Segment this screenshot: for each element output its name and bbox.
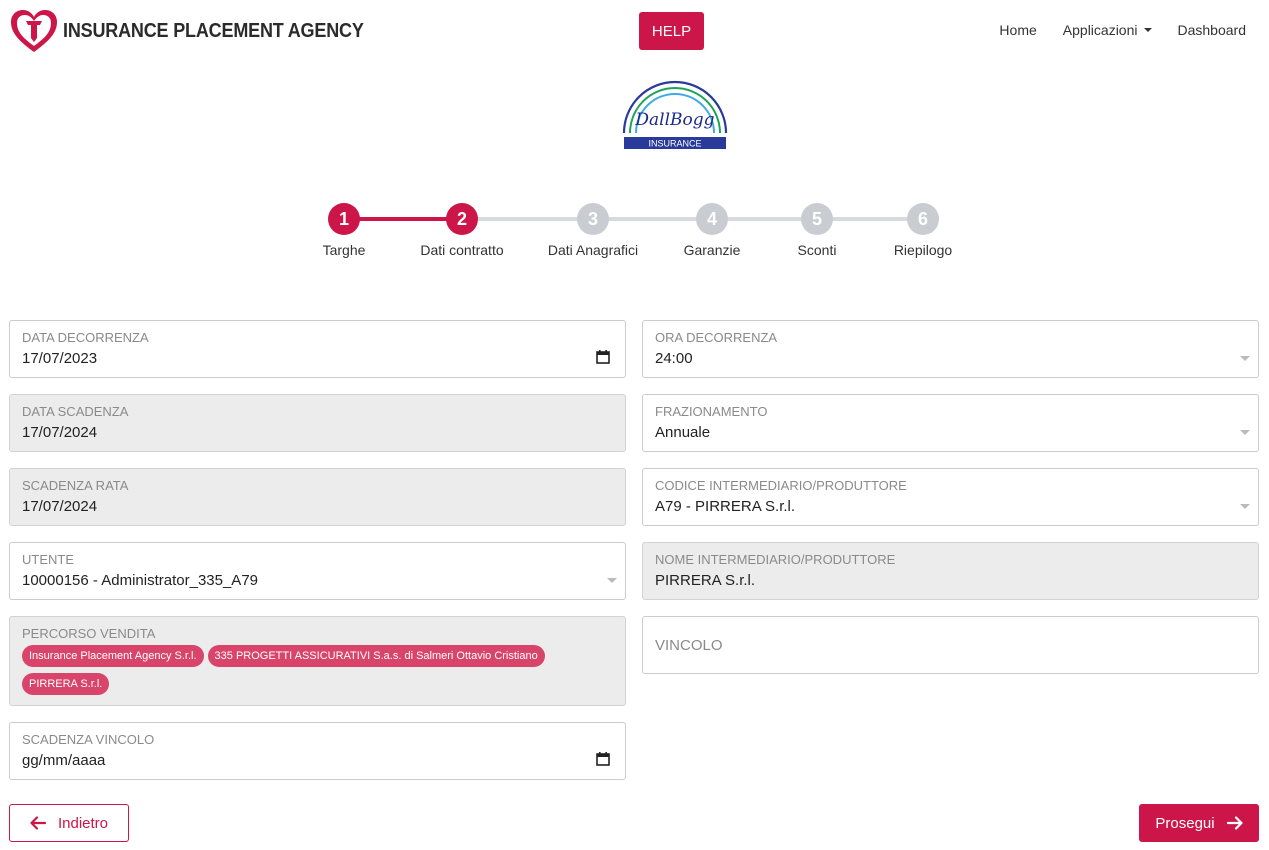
step-sconti[interactable]: 5 Sconti — [757, 203, 877, 258]
arrow-right-icon — [1226, 816, 1243, 830]
chevron-down-icon — [1240, 356, 1250, 361]
chip: 335 PROGETTI ASSICURATIVI S.a.s. di Salm… — [207, 645, 545, 667]
step-label: Dati Anagrafici — [547, 242, 639, 258]
step-number: 1 — [328, 203, 360, 235]
frazionamento-select[interactable]: FRAZIONAMENTO Annuale — [642, 394, 1259, 452]
company-logo[interactable]: INSURANCE PLACEMENT AGENCY — [9, 8, 397, 54]
field-label: SCADENZA VINCOLO — [22, 732, 155, 747]
step-targhe[interactable]: 1 Targhe — [284, 203, 404, 258]
nav-applicazioni-dropdown[interactable]: Applicazioni — [1063, 22, 1152, 38]
field-label: UTENTE — [22, 552, 74, 567]
back-button-label: Indietro — [57, 814, 109, 832]
logo-text: INSURANCE PLACEMENT AGENCY — [63, 19, 364, 42]
field-label: ORA DECORRENZA — [655, 330, 778, 345]
nav-home-link[interactable]: Home — [999, 22, 1036, 38]
chevron-down-icon — [1240, 430, 1250, 435]
back-button[interactable]: Indietro — [9, 804, 129, 842]
field-label: NOME INTERMEDIARIO/PRODUTTORE — [655, 552, 896, 567]
step-number: 2 — [446, 203, 478, 235]
partner-brand-logo: DallBogg INSURANCE — [620, 77, 730, 151]
step-label: Riepilogo — [893, 242, 953, 258]
step-label: Targhe — [322, 242, 366, 258]
codice-intermediario-select[interactable]: CODICE INTERMEDIARIO/PRODUTTORE A79 - PI… — [642, 468, 1259, 526]
progress-stepper: 1 Targhe 2 Dati contratto 3 Dati Anagraf… — [0, 203, 1269, 263]
arrow-left-icon — [30, 816, 46, 830]
field-value: A79 - PIRRERA S.r.l. — [655, 498, 796, 515]
percorso-vendita-field: PERCORSO VENDITA Insurance Placement Age… — [9, 616, 626, 706]
top-navigation: Home Applicazioni Dashboard — [973, 22, 1246, 38]
field-label: PERCORSO VENDITA — [22, 626, 156, 641]
step-number: 6 — [907, 203, 939, 235]
step-dati-anagrafici[interactable]: 3 Dati Anagrafici — [533, 203, 653, 258]
field-value: 24:00 — [655, 350, 693, 367]
nav-applicazioni-label: Applicazioni — [1062, 22, 1138, 38]
chip-list: Insurance Placement Agency S.r.l. 335 PR… — [22, 645, 613, 695]
heart-shield-logo-icon — [11, 10, 57, 52]
data-scadenza-field: DATA SCADENZA 17/07/2024 — [9, 394, 626, 452]
field-label: CODICE INTERMEDIARIO/PRODUTTORE — [655, 478, 907, 493]
help-button[interactable]: HELP — [639, 12, 704, 50]
step-label: Garanzie — [683, 242, 741, 258]
step-dati-contratto[interactable]: 2 Dati contratto — [402, 203, 522, 258]
field-label: FRAZIONAMENTO — [655, 404, 768, 419]
brand-label: INSURANCE — [648, 139, 701, 149]
step-garanzie[interactable]: 4 Garanzie — [652, 203, 772, 258]
vincolo-input[interactable]: VINCOLO — [642, 616, 1259, 674]
data-decorrenza-field[interactable]: DATA DECORRENZA 17/07/2023 — [9, 320, 626, 378]
field-value: Annuale — [655, 424, 711, 441]
scadenza-vincolo-field[interactable]: SCADENZA VINCOLO gg/mm/aaaa — [9, 722, 626, 780]
chevron-down-icon — [1240, 504, 1250, 509]
field-value: 17/07/2024 — [22, 424, 98, 441]
field-label: SCADENZA RATA — [22, 478, 129, 493]
caret-down-icon — [1143, 28, 1152, 32]
step-number: 4 — [696, 203, 728, 235]
vincolo-label: VINCOLO — [655, 637, 723, 654]
nav-dashboard-link[interactable]: Dashboard — [1178, 22, 1247, 38]
next-button[interactable]: Prosegui — [1139, 804, 1259, 842]
chevron-down-icon — [607, 578, 617, 583]
rainbow-arch-logo-icon: DallBogg INSURANCE — [622, 80, 728, 149]
field-value: 17/07/2024 — [22, 498, 98, 515]
field-value: PIRRERA S.r.l. — [655, 572, 756, 589]
step-riepilogo[interactable]: 6 Riepilogo — [863, 203, 983, 258]
calendar-icon[interactable] — [596, 752, 610, 766]
nome-intermediario-field: NOME INTERMEDIARIO/PRODUTTORE PIRRERA S.… — [642, 542, 1259, 600]
calendar-icon[interactable] — [596, 350, 610, 364]
field-value: 10000156 - Administrator_335_A79 — [22, 572, 259, 589]
utente-select[interactable]: UTENTE 10000156 - Administrator_335_A79 — [9, 542, 626, 600]
field-label: DATA SCADENZA — [22, 404, 129, 419]
brand-signature: DallBogg — [634, 110, 714, 130]
field-value: 17/07/2023 — [22, 350, 98, 367]
field-label: DATA DECORRENZA — [22, 330, 149, 345]
field-value: gg/mm/aaaa — [22, 752, 106, 769]
step-number: 3 — [577, 203, 609, 235]
step-label: Dati contratto — [420, 242, 504, 258]
next-button-label: Prosegui — [1155, 814, 1215, 832]
chip: Insurance Placement Agency S.r.l. — [22, 645, 204, 667]
chip: PIRRERA S.r.l. — [22, 673, 110, 695]
scadenza-rata-field: SCADENZA RATA 17/07/2024 — [9, 468, 626, 526]
step-number: 5 — [801, 203, 833, 235]
ora-decorrenza-select[interactable]: ORA DECORRENZA 24:00 — [642, 320, 1259, 378]
step-label: Sconti — [797, 242, 837, 258]
